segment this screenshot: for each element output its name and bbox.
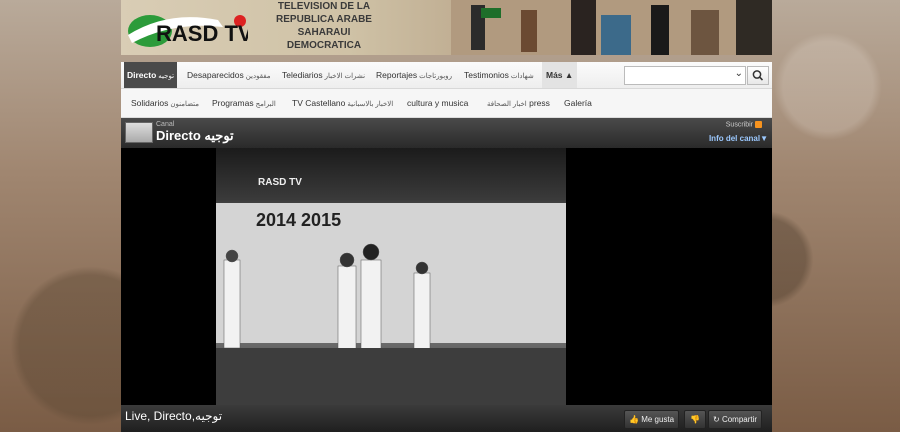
nav-arabic: البرامج <box>255 101 276 108</box>
video-frame: RASD TV 2014 2015 <box>216 148 566 405</box>
share-label: Compartir <box>721 415 758 424</box>
nav-label: Telediarios <box>282 70 323 80</box>
site-banner: RASD TV TELEVISION DE LA REPUBLICA ARABE… <box>121 0 772 55</box>
subscribe-label: Suscribir <box>725 121 753 129</box>
search-icon <box>752 70 764 81</box>
nav-item-telediarios[interactable]: Telediarios نشرات الاخبار <box>282 62 365 88</box>
nav-label: press <box>529 98 550 108</box>
nav-label: Reportajes <box>376 70 418 80</box>
thumbs-up-icon: 👍 <box>629 415 639 424</box>
nav-arabic: روبورتاجات <box>419 73 452 80</box>
video-info-bar: Live, Directo,توجيه 👍 Me gusta 👎 ↻ Compa… <box>121 405 772 432</box>
nav-item-mas[interactable]: Más ▲ <box>542 62 578 88</box>
canal-label: Canal <box>156 121 175 128</box>
channel-info-toggle[interactable]: Info del canal▼ <box>709 134 768 143</box>
nav-label: Desaparecidos <box>187 70 244 80</box>
search-box: ⌄ <box>624 66 746 85</box>
nav-secondary: Solidarios متضامنون Programas البرامج TV C… <box>121 89 772 118</box>
nav-item-programas[interactable]: Programas البرامج <box>212 89 276 117</box>
logo-text: RASD TV <box>156 21 248 46</box>
dislike-button[interactable]: 👎 <box>684 410 706 429</box>
nav-label: Testimonios <box>464 70 509 80</box>
video-scene: RASD TV 2014 2015 <box>216 177 566 405</box>
nav-item-directo[interactable]: Directo توجيه <box>124 62 178 88</box>
nav-item-press[interactable]: اخبار الصحافة press <box>485 89 550 117</box>
banner-title: TELEVISION DE LA REPUBLICA ARABE SAHARAU… <box>259 0 389 52</box>
rasdtv-logo[interactable]: RASD TV <box>128 5 248 50</box>
nav-label: TV Castellano <box>292 98 346 108</box>
nav-item-reportajes[interactable]: Reportajes روبورتاجات <box>376 62 452 88</box>
nav-label: Directo <box>127 70 157 80</box>
channel-title[interactable]: Directo توجيه <box>156 128 234 144</box>
nav-arabic: مفقودين <box>245 73 271 80</box>
page: RASD TV TELEVISION DE LA REPUBLICA ARABE… <box>121 0 772 432</box>
video-player[interactable]: RASD TV 2014 2015 <box>121 148 772 405</box>
nav-label: Solidarios <box>131 98 169 108</box>
nav-arabic: اخبار الصحافة <box>487 101 527 108</box>
banner-line-2: REPUBLICA ARABE SAHARAUI <box>276 14 372 38</box>
subscribe-link[interactable]: Suscribir <box>726 121 762 128</box>
nav-primary: Directo توجيه Desaparecidos مفقودين Teledi… <box>121 62 772 89</box>
nav-item-testimonios[interactable]: Testimonios شهادات <box>464 62 534 88</box>
like-label: Me gusta <box>641 415 675 424</box>
nav-label: Programas <box>212 98 254 108</box>
search-button[interactable] <box>747 66 769 85</box>
nav-item-galeria[interactable]: Galería <box>564 89 592 117</box>
nav-item-tv-castellano[interactable]: TV Castellano الاخبار بالاسبانية <box>292 89 393 117</box>
nav-arabic: توجيه <box>158 73 175 80</box>
banner-line-3: DEMOCRATICA <box>286 40 362 51</box>
player-header: Canal Directo توجيه Suscribir Info del c… <box>121 118 772 148</box>
share-icon: ↻ <box>713 415 720 424</box>
channel-thumbnail[interactable] <box>125 122 153 143</box>
nav-arabic: شهادات <box>510 73 534 80</box>
video-watermark: RASD TV <box>258 177 302 188</box>
banner-line-1: TELEVISION DE LA <box>277 1 371 12</box>
rss-icon <box>755 121 762 128</box>
nav-arabic: نشرات الاخبار <box>324 73 366 80</box>
video-caption: Live, Directo,توجيه <box>125 409 223 423</box>
like-button[interactable]: 👍 Me gusta <box>624 410 680 429</box>
nav-arabic: الاخبار بالاسبانية <box>347 101 394 108</box>
banner-people-image <box>451 0 772 55</box>
nav-item-desaparecidos[interactable]: Desaparecidos مفقودين <box>187 62 271 88</box>
search-input[interactable] <box>625 69 731 85</box>
video-years-text: 2014 2015 <box>256 210 341 230</box>
nav-item-cultura[interactable]: cultura y musica <box>407 89 468 117</box>
nav-arabic: متضامنون <box>170 101 200 108</box>
nav-item-solidarios[interactable]: Solidarios متضامنون <box>131 89 199 117</box>
share-button[interactable]: ↻ Compartir <box>708 410 763 429</box>
chevron-down-icon[interactable]: ⌄ <box>735 68 743 79</box>
thumbs-down-icon: 👎 <box>690 415 700 424</box>
nav-label: cultura y musica <box>407 98 469 108</box>
nav-label: Galería <box>564 98 592 108</box>
